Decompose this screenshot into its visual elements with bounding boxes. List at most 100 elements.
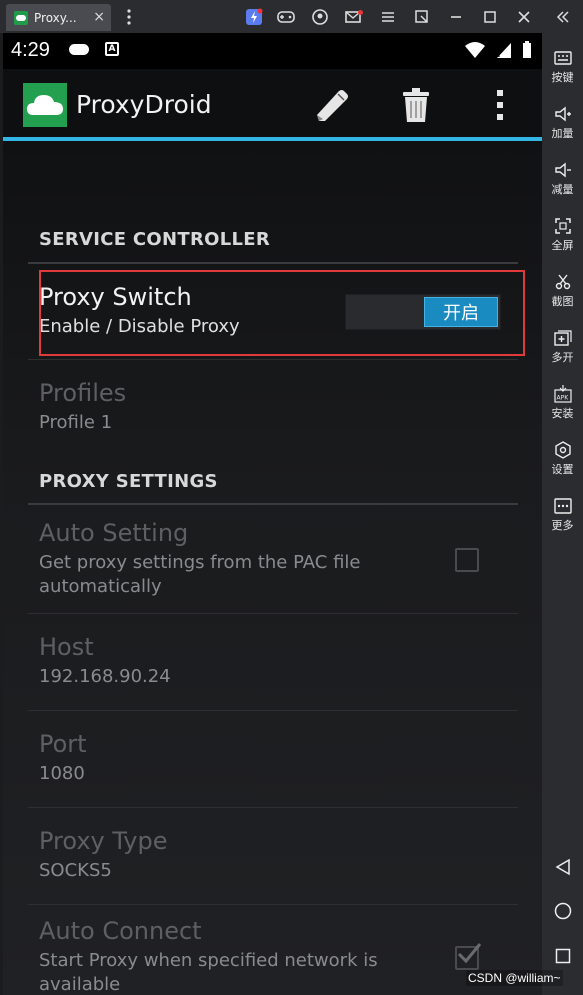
sidebar-item-label: 全屏	[551, 239, 574, 252]
pref-title: Host	[39, 633, 94, 661]
auto-connect-checkbox[interactable]	[455, 943, 482, 970]
sidebar-item-label: 减量	[551, 183, 574, 196]
volume-down-icon	[554, 161, 572, 179]
sidebar-item-label: 多开	[551, 351, 574, 364]
pref-divider	[28, 359, 518, 360]
tab-title: Proxy...	[34, 10, 77, 25]
pref-title: Auto Connect	[39, 917, 202, 945]
pref-port[interactable]: Port 1080	[39, 730, 87, 786]
pref-title: Proxy Type	[39, 827, 168, 855]
app-action-bar: ProxyDroid	[3, 69, 542, 137]
more-icon	[553, 497, 572, 515]
fullscreen-icon	[554, 217, 572, 235]
svg-text:APK: APK	[556, 395, 569, 402]
overflow-menu-icon[interactable]	[480, 83, 520, 127]
keyboard-icon	[553, 49, 572, 67]
pref-divider	[28, 710, 518, 711]
nav-home-icon[interactable]	[542, 902, 583, 920]
auto-setting-checkbox[interactable]	[455, 548, 479, 572]
nav-back-icon[interactable]	[542, 858, 583, 876]
hamburger-menu-icon[interactable]	[377, 6, 399, 28]
tab-menu-icon[interactable]	[118, 6, 140, 28]
pref-summary-line: automatically	[39, 576, 162, 597]
pref-summary-line: available	[39, 974, 121, 995]
sidebar-item-label: 更多	[551, 519, 574, 532]
pref-auto-connect[interactable]: Auto Connect Start Proxy when specified …	[39, 917, 378, 995]
battery-icon	[523, 41, 531, 58]
app-tab[interactable]: Proxy... ×	[6, 4, 111, 31]
wifi-icon	[465, 42, 485, 58]
sidebar-item-label: 加量	[551, 127, 574, 140]
sidebar-item-label: 截图	[551, 295, 574, 308]
sidebar-item-settings[interactable]: 设置	[542, 441, 583, 477]
emulator-titlebar: Proxy... ×	[0, 0, 583, 33]
pencil-icon[interactable]	[311, 83, 351, 127]
emulator-sidebar: 按键 加量 减量 全屏 截图 多开 APK 安装 设置 更多	[542, 33, 583, 995]
section-divider	[28, 503, 518, 505]
pref-title: Auto Setting	[39, 519, 189, 547]
sidebar-item-label: 安装	[551, 407, 574, 420]
proxydroid-tab-icon	[14, 10, 28, 25]
section-header-proxy-settings: PROXY SETTINGS	[39, 471, 218, 492]
status-right-icons	[464, 41, 532, 59]
signal-icon	[497, 43, 511, 58]
trash-icon[interactable]	[396, 83, 436, 127]
sidebar-item-more[interactable]: 更多	[542, 497, 583, 533]
pref-divider	[28, 904, 518, 905]
cloud-notification-icon	[69, 44, 89, 55]
pref-host[interactable]: Host 192.168.90.24	[39, 633, 171, 689]
a-notification-icon: A	[105, 42, 119, 56]
sidebar-item-label: 设置	[551, 463, 574, 476]
gamepad-icon[interactable]	[275, 6, 297, 28]
section-divider	[28, 262, 518, 264]
sidebar-item-volume-up[interactable]: 加量	[542, 105, 583, 141]
apk-icon: APK	[553, 385, 572, 403]
pref-divider	[28, 807, 518, 808]
pref-auto-setting[interactable]: Auto Setting Get proxy settings from the…	[39, 519, 361, 599]
proxydroid-logo-icon	[23, 83, 67, 127]
volume-up-icon	[554, 105, 572, 123]
mail-icon[interactable]	[343, 6, 365, 28]
settings-icon	[554, 441, 572, 459]
app-title: ProxyDroid	[76, 90, 212, 119]
scissors-icon	[554, 273, 572, 291]
section-header-service-controller: SERVICE CONTROLLER	[39, 229, 271, 250]
sidebar-item-screenshot[interactable]: 截图	[542, 273, 583, 309]
sidebar-item-keys[interactable]: 按键	[542, 49, 583, 85]
sidebar-item-multi-instance[interactable]: 多开	[542, 329, 583, 365]
minimize-icon[interactable]	[445, 6, 467, 28]
pref-summary-line: Get proxy settings from the PAC file	[39, 552, 361, 573]
pref-title: Port	[39, 730, 87, 758]
pref-summary: Start Proxy when specified network is av…	[39, 949, 378, 995]
android-status-bar: 4:29 A	[3, 33, 542, 69]
sidebar-item-label: 按键	[551, 71, 574, 84]
status-time: 4:29	[11, 39, 50, 61]
sidebar-item-fullscreen[interactable]: 全屏	[542, 217, 583, 253]
maximize-icon[interactable]	[479, 6, 501, 28]
tab-close-button[interactable]: ×	[93, 9, 105, 25]
sidebar-item-install[interactable]: APK 安装	[542, 385, 583, 421]
emulator-window: Proxy... × 4:29 A ProxyDroid SERVICE CON…	[0, 0, 583, 995]
pref-proxy-type[interactable]: Proxy Type SOCKS5	[39, 827, 168, 883]
pref-summary: 192.168.90.24	[39, 666, 171, 687]
window-restore-icon[interactable]	[411, 6, 433, 28]
collapse-sidebar-icon[interactable]	[552, 6, 574, 28]
checkmark-icon	[457, 943, 482, 964]
pref-title: Profiles	[39, 379, 127, 407]
pref-summary: 1080	[39, 763, 85, 784]
user-icon[interactable]	[309, 6, 331, 28]
nav-recents-icon[interactable]	[542, 948, 583, 964]
pref-summary-line: Start Proxy when specified network is	[39, 950, 378, 971]
close-icon[interactable]	[513, 6, 535, 28]
pref-summary: Get proxy settings from the PAC file aut…	[39, 551, 361, 599]
pref-divider	[28, 613, 518, 614]
pref-summary: SOCKS5	[39, 860, 112, 881]
highlight-annotation-box	[39, 270, 525, 356]
pref-profiles[interactable]: Profiles Profile 1	[39, 379, 126, 435]
pref-summary: Profile 1	[39, 412, 113, 433]
multi-instance-icon	[553, 329, 572, 347]
sidebar-item-volume-down[interactable]: 减量	[542, 161, 583, 197]
lightning-icon[interactable]	[243, 6, 265, 28]
csdn-watermark: CSDN @william~	[466, 970, 563, 986]
android-screen: 4:29 A ProxyDroid SERVICE CONTROLLER Pro…	[3, 33, 542, 995]
